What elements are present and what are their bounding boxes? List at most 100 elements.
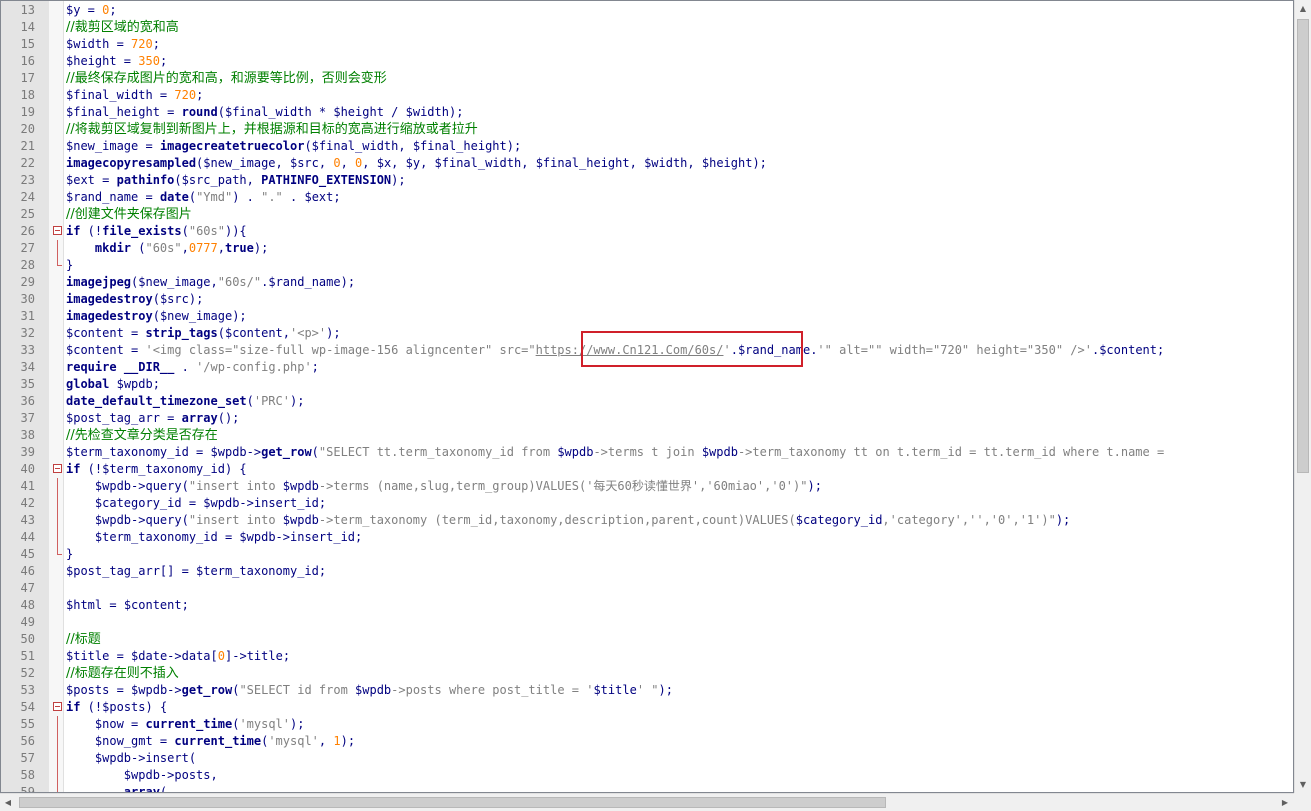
- fold-toggle-icon[interactable]: [53, 464, 62, 473]
- code-text[interactable]: $final_height = round($final_width * $he…: [66, 104, 463, 121]
- code-line[interactable]: 45}: [1, 546, 1293, 563]
- code-text[interactable]: $posts = $wpdb->get_row("SELECT id from …: [66, 682, 673, 699]
- code-text[interactable]: $ext = pathinfo($src_path, PATHINFO_EXTE…: [66, 172, 406, 189]
- url-link[interactable]: https://www.Cn121.Com/60s/: [536, 343, 724, 357]
- code-text[interactable]: if (!$posts) {: [66, 699, 167, 716]
- code-line[interactable]: 49: [1, 614, 1293, 631]
- code-text[interactable]: $html = $content;: [66, 597, 189, 614]
- code-text[interactable]: //标题存在则不插入: [66, 665, 179, 682]
- code-line[interactable]: 13 $y = 0;: [1, 2, 1293, 19]
- code-line[interactable]: 31 imagedestroy($new_image);: [1, 308, 1293, 325]
- scroll-right-arrow-icon[interactable]: ▶: [1277, 794, 1293, 811]
- code-line[interactable]: 55 $now = current_time('mysql');: [1, 716, 1293, 733]
- code-text[interactable]: $title = $date->data[0]->title;: [66, 648, 290, 665]
- code-text[interactable]: $wpdb->posts,: [66, 767, 218, 784]
- code-line[interactable]: 47: [1, 580, 1293, 597]
- code-line[interactable]: 16 $height = 350;: [1, 53, 1293, 70]
- code-line[interactable]: 44 $term_taxonomy_id = $wpdb->insert_id;: [1, 529, 1293, 546]
- code-text[interactable]: $category_id = $wpdb->insert_id;: [66, 495, 326, 512]
- code-text[interactable]: date_default_timezone_set('PRC');: [66, 393, 304, 410]
- code-text[interactable]: $post_tag_arr[] = $term_taxonomy_id;: [66, 563, 326, 580]
- code-line[interactable]: 37 $post_tag_arr = array();: [1, 410, 1293, 427]
- code-text[interactable]: imagejpeg($new_image,"60s/".$rand_name);: [66, 274, 355, 291]
- code-line[interactable]: 24 $rand_name = date("Ymd") . "." . $ext;: [1, 189, 1293, 206]
- code-line[interactable]: 38 //先检查文章分类是否存在: [1, 427, 1293, 444]
- code-text[interactable]: $new_image = imagecreatetruecolor($final…: [66, 138, 521, 155]
- code-line[interactable]: 56 $now_gmt = current_time('mysql', 1);: [1, 733, 1293, 750]
- code-line[interactable]: 19 $final_height = round($final_width * $…: [1, 104, 1293, 121]
- code-text[interactable]: $final_width = 720;: [66, 87, 203, 104]
- code-line[interactable]: 30 imagedestroy($src);: [1, 291, 1293, 308]
- code-text[interactable]: require __DIR__ . '/wp-config.php';: [66, 359, 319, 376]
- code-line[interactable]: 51 $title = $date->data[0]->title;: [1, 648, 1293, 665]
- code-line[interactable]: 48 $html = $content;: [1, 597, 1293, 614]
- code-line[interactable]: 15 $width = 720;: [1, 36, 1293, 53]
- code-line[interactable]: 40 if (!$term_taxonomy_id) {: [1, 461, 1293, 478]
- code-line[interactable]: 42 $category_id = $wpdb->insert_id;: [1, 495, 1293, 512]
- code-text[interactable]: global $wpdb;: [66, 376, 160, 393]
- code-line[interactable]: 39 $term_taxonomy_id = $wpdb->get_row("SE…: [1, 444, 1293, 461]
- code-line[interactable]: 18 $final_width = 720;: [1, 87, 1293, 104]
- code-lines[interactable]: 13 $y = 0; 14 //裁剪区域的宽和高 15 $width = 720; 16 $h…: [1, 2, 1293, 792]
- code-line[interactable]: 54 if (!$posts) {: [1, 699, 1293, 716]
- code-line[interactable]: 57 $wpdb->insert(: [1, 750, 1293, 767]
- fold-toggle-icon[interactable]: [53, 226, 62, 235]
- code-line[interactable]: 58 $wpdb->posts,: [1, 767, 1293, 784]
- code-line[interactable]: 50 //标题: [1, 631, 1293, 648]
- code-text[interactable]: imagecopyresampled($new_image, $src, 0, …: [66, 155, 767, 172]
- horizontal-scroll-thumb[interactable]: [19, 797, 886, 808]
- code-text[interactable]: //将裁剪区域复制到新图片上，并根据源和目标的宽高进行缩放或者拉升: [66, 121, 478, 138]
- code-line[interactable]: 14 //裁剪区域的宽和高: [1, 19, 1293, 36]
- code-line[interactable]: 29 imagejpeg($new_image,"60s/".$rand_name…: [1, 274, 1293, 291]
- code-line[interactable]: 28}: [1, 257, 1293, 274]
- code-line[interactable]: 22 imagecopyresampled($new_image, $src, 0…: [1, 155, 1293, 172]
- code-line[interactable]: 53 $posts = $wpdb->get_row("SELECT id fro…: [1, 682, 1293, 699]
- code-line[interactable]: 32 $content = strip_tags($content,'<p>');: [1, 325, 1293, 342]
- code-line[interactable]: 52 //标题存在则不插入: [1, 665, 1293, 682]
- fold-toggle-icon[interactable]: [53, 702, 62, 711]
- code-text[interactable]: $wpdb->query("insert into $wpdb->terms (…: [66, 478, 822, 495]
- code-text[interactable]: }: [66, 546, 73, 563]
- vertical-scroll-thumb[interactable]: [1297, 19, 1309, 473]
- code-text[interactable]: $post_tag_arr = array();: [66, 410, 239, 427]
- code-text[interactable]: imagedestroy($new_image);: [66, 308, 247, 325]
- code-line[interactable]: 25 //创建文件夹保存图片: [1, 206, 1293, 223]
- code-text[interactable]: array(: [66, 784, 167, 792]
- code-line[interactable]: 21 $new_image = imagecreatetruecolor($fin…: [1, 138, 1293, 155]
- code-line[interactable]: 59 array(: [1, 784, 1293, 792]
- code-line[interactable]: 43 $wpdb->query("insert into $wpdb->term…: [1, 512, 1293, 529]
- code-text[interactable]: $content = strip_tags($content,'<p>');: [66, 325, 341, 342]
- code-text[interactable]: $now_gmt = current_time('mysql', 1);: [66, 733, 355, 750]
- code-text[interactable]: $y = 0;: [66, 2, 117, 19]
- code-text[interactable]: $term_taxonomy_id = $wpdb->insert_id;: [66, 529, 362, 546]
- code-editor[interactable]: 13 $y = 0; 14 //裁剪区域的宽和高 15 $width = 720; 16 $h…: [0, 0, 1294, 793]
- code-text[interactable]: //创建文件夹保存图片: [66, 206, 192, 223]
- code-line[interactable]: 36 date_default_timezone_set('PRC');: [1, 393, 1293, 410]
- scroll-left-arrow-icon[interactable]: ◀: [0, 794, 16, 811]
- scroll-down-arrow-icon[interactable]: ▼: [1295, 776, 1311, 793]
- code-text[interactable]: $wpdb->insert(: [66, 750, 196, 767]
- code-line[interactable]: 34 require __DIR__ . '/wp-config.php';: [1, 359, 1293, 376]
- scroll-up-arrow-icon[interactable]: ▲: [1295, 0, 1311, 17]
- code-text[interactable]: $rand_name = date("Ymd") . "." . $ext;: [66, 189, 341, 206]
- code-text[interactable]: //最终保存成图片的宽和高，和源要等比例，否则会变形: [66, 70, 387, 87]
- horizontal-scrollbar[interactable]: ◀ ▶: [0, 793, 1294, 811]
- code-line[interactable]: 33 $content = '<img class="size-full wp-i…: [1, 342, 1293, 359]
- vertical-scrollbar[interactable]: ▲ ▼: [1294, 0, 1311, 793]
- code-line[interactable]: 46 $post_tag_arr[] = $term_taxonomy_id;: [1, 563, 1293, 580]
- code-line[interactable]: 17 //最终保存成图片的宽和高，和源要等比例，否则会变形: [1, 70, 1293, 87]
- code-text[interactable]: $term_taxonomy_id = $wpdb->get_row("SELE…: [66, 444, 1171, 461]
- code-text[interactable]: mkdir ("60s",0777,true);: [66, 240, 268, 257]
- code-text[interactable]: $content = '<img class="size-full wp-ima…: [66, 342, 1164, 359]
- code-text[interactable]: if (!$term_taxonomy_id) {: [66, 461, 247, 478]
- code-line[interactable]: 27 mkdir ("60s",0777,true);: [1, 240, 1293, 257]
- code-text[interactable]: imagedestroy($src);: [66, 291, 203, 308]
- code-line[interactable]: 20 //将裁剪区域复制到新图片上，并根据源和目标的宽高进行缩放或者拉升: [1, 121, 1293, 138]
- code-line[interactable]: 23 $ext = pathinfo($src_path, PATHINFO_EX…: [1, 172, 1293, 189]
- code-text[interactable]: $now = current_time('mysql');: [66, 716, 305, 733]
- code-line[interactable]: 41 $wpdb->query("insert into $wpdb->term…: [1, 478, 1293, 495]
- code-text[interactable]: $height = 350;: [66, 53, 167, 70]
- code-text[interactable]: //标题: [66, 631, 101, 648]
- code-text[interactable]: $wpdb->query("insert into $wpdb->term_ta…: [66, 512, 1070, 529]
- code-line[interactable]: 26 if (!file_exists("60s")){: [1, 223, 1293, 240]
